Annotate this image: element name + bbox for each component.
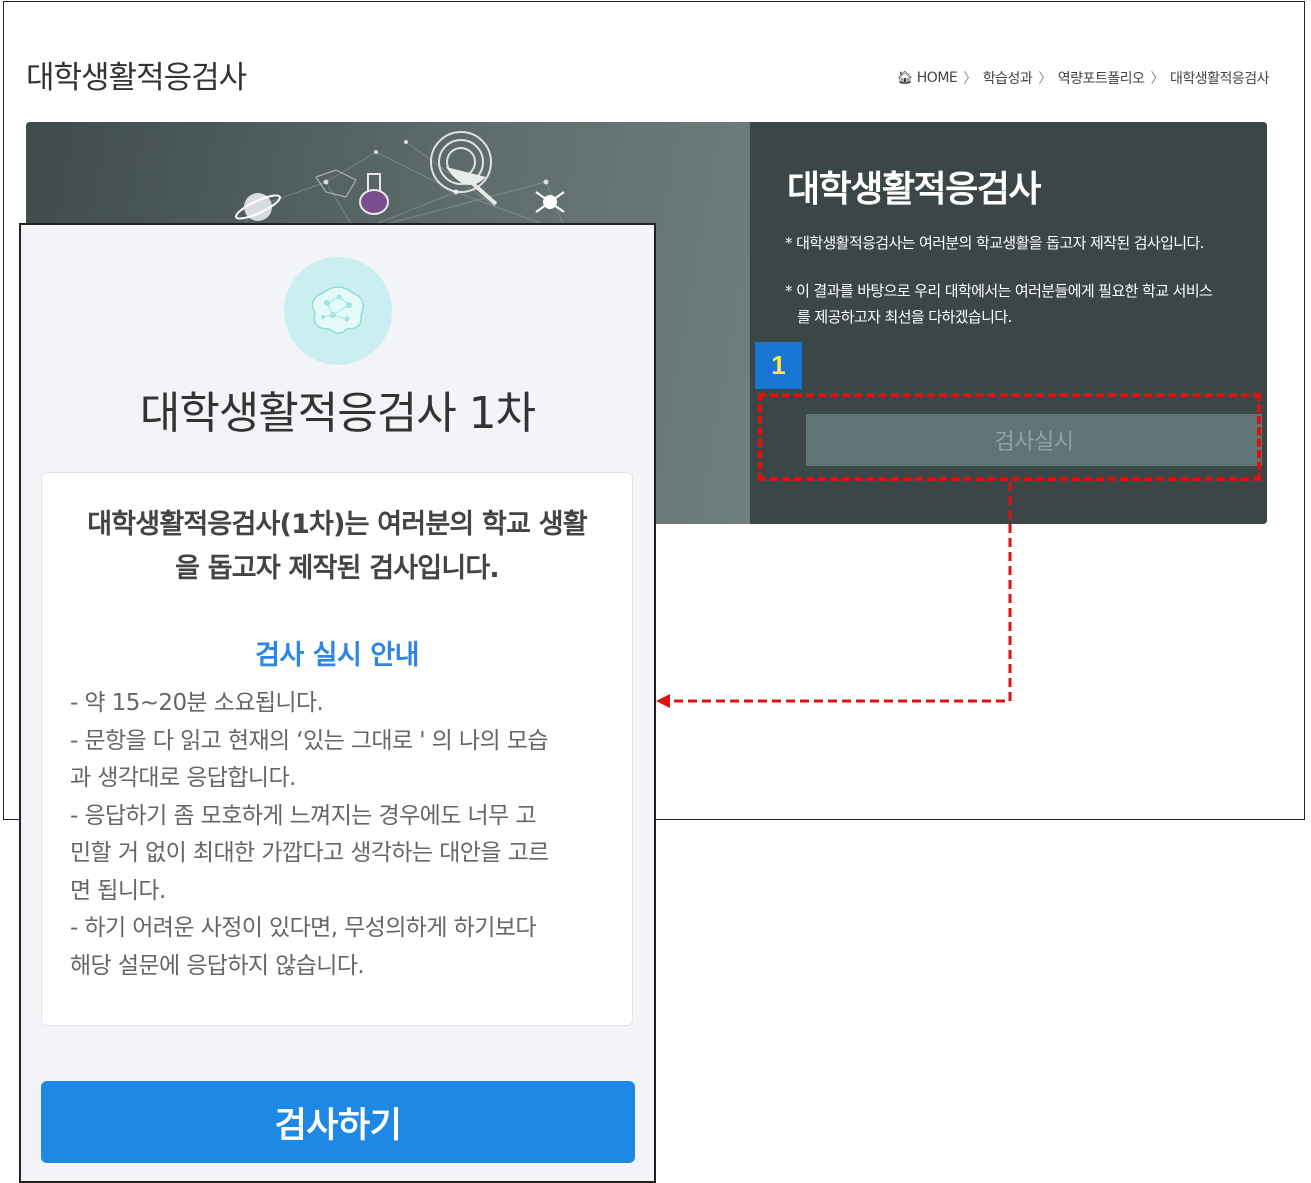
page-title: 대학생활적응검사 [26,60,247,96]
brain-icon [284,257,392,365]
breadcrumb-home[interactable]: HOME [917,70,958,86]
guide-line: 민할 거 없이 최대한 가깝다고 생각하는 대안을 고르 [70,840,549,866]
banner-description-2: * 이 결과를 바탕으로 우리 대학에서는 여러분들에게 필요한 학교 서비스 … [785,278,1255,330]
guide-line: 면 됩니다. [70,877,166,904]
callout-highlight-box [758,393,1261,481]
breadcrumb: 🏠︎ HOME 〉 학습성과 〉 역량포트폴리오 〉 대학생활적응검사 [897,68,1270,88]
breadcrumb-item-current: 대학생활적응검사 [1169,71,1270,87]
take-test-button[interactable]: 검사하기 [41,1081,635,1163]
test-info-card: 대학생활적응검사(1차)는 여러분의 학교 생활 을 돕고자 제작된 검사입니다… [41,472,633,1026]
card-headline-line-1: 대학생활적응검사(1차)는 여러분의 학교 생활 [87,509,587,540]
guide-line: 해당 설문에 응답하지 않습니다. [70,952,365,979]
guide-list: - 약 15~20분 소요됩니다. - 문항을 다 읽고 현재의 ‘있는 그대로… [70,685,615,985]
guide-line: - 문항을 다 읽고 현재의 ‘있는 그대로 ' 의 나의 모습 [70,727,548,754]
callout-number-badge: 1 [755,342,802,389]
card-headline-line-2: 을 돕고자 제작된 검사입니다. [175,553,500,584]
guide-line: - 응답하기 좀 모호하게 느껴지는 경우에도 너무 고 [70,802,536,829]
breadcrumb-item-portfolio[interactable]: 역량포트폴리오 [1058,68,1145,88]
guide-subheading: 검사 실시 안내 [255,640,419,671]
panel-title: 대학생활적응검사 1차 [139,388,536,439]
guide-line: - 약 15~20분 소요됩니다. [70,690,324,716]
mobile-test-panel: 대학생활적응검사 1차 대학생활적응검사(1차)는 여러분의 학교 생활 을 돕… [19,223,656,1183]
home-icon[interactable]: 🏠︎ [897,71,914,86]
banner-description-2-line-1: * 이 결과를 바탕으로 우리 대학에서는 여러분들에게 필요한 학교 서비스 [785,282,1213,300]
guide-line: - 하기 어려운 사정이 있다면, 무성의하게 하기보다 [70,915,536,941]
breadcrumb-item-learning-outcome[interactable]: 학습성과 [983,68,1033,88]
breadcrumb-separator: 〉 [1038,71,1052,87]
banner-heading: 대학생활적응검사 [787,169,1041,210]
guide-line: 과 생각대로 응답합니다. [70,765,296,791]
breadcrumb-separator: 〉 [1150,71,1164,87]
card-headline: 대학생활적응검사(1차)는 여러분의 학교 생활 을 돕고자 제작된 검사입니다… [42,503,632,591]
banner-description-2-line-2: 를 제공하고자 최선을 다하겠습니다. [797,308,1012,326]
banner-description-1: * 대학생활적응검사는 여러분의 학교생활을 돕고자 제작된 검사입니다. [785,234,1204,252]
breadcrumb-separator: 〉 [963,71,977,87]
